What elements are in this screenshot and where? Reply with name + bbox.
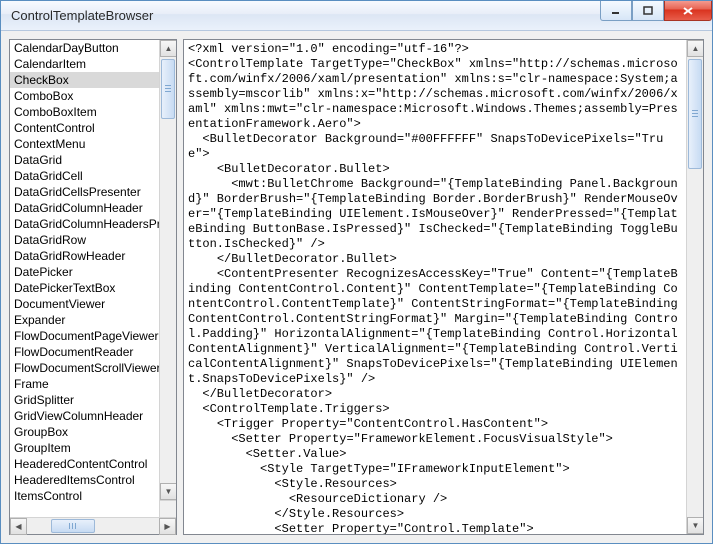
close-icon — [682, 6, 694, 16]
scroll-track-h[interactable] — [27, 518, 159, 534]
scroll-left-button[interactable]: ◀ — [10, 518, 27, 535]
client-area: CalendarDayButtonCalendarItemCheckBoxCom… — [1, 31, 712, 543]
list-item[interactable]: FlowDocumentReader — [10, 344, 176, 360]
list-item[interactable]: ComboBoxItem — [10, 104, 176, 120]
scrollbar-corner — [159, 500, 176, 517]
list-item[interactable]: CheckBox — [10, 72, 176, 88]
control-list[interactable]: CalendarDayButtonCalendarItemCheckBoxCom… — [10, 40, 176, 517]
window-title: ControlTemplateBrowser — [11, 8, 153, 23]
scroll-up-button[interactable]: ▲ — [160, 40, 176, 57]
scroll-thumb-h[interactable] — [51, 519, 95, 533]
list-item[interactable]: FlowDocumentPageViewer — [10, 328, 176, 344]
minimize-icon — [611, 6, 621, 16]
content-vertical-scrollbar[interactable]: ▲ ▼ — [686, 40, 703, 534]
list-item[interactable]: ContentControl — [10, 120, 176, 136]
list-item[interactable]: CalendarDayButton — [10, 40, 176, 56]
maximize-button[interactable] — [632, 1, 664, 21]
list-item[interactable]: DatePicker — [10, 264, 176, 280]
maximize-icon — [643, 6, 653, 16]
list-item[interactable]: HeaderedContentControl — [10, 456, 176, 472]
list-item[interactable]: DataGrid — [10, 152, 176, 168]
app-window: ControlTemplateBrowser CalendarDayButton… — [0, 0, 713, 544]
list-item[interactable]: DataGridColumnHeadersPresenter — [10, 216, 176, 232]
close-button[interactable] — [664, 1, 712, 21]
scroll-down-button[interactable]: ▼ — [160, 483, 176, 500]
template-xml-pane: <?xml version="1.0" encoding="utf-16"?> … — [183, 39, 704, 535]
scroll-thumb[interactable] — [688, 59, 702, 169]
scroll-track[interactable] — [160, 57, 176, 483]
scroll-up-button[interactable]: ▲ — [687, 40, 704, 57]
list-vertical-scrollbar[interactable]: ▲ ▼ — [159, 40, 176, 500]
list-item[interactable]: ComboBox — [10, 88, 176, 104]
list-item[interactable]: ItemsControl — [10, 488, 176, 504]
scroll-right-button[interactable]: ▶ — [159, 518, 176, 535]
list-item[interactable]: FlowDocumentScrollViewer — [10, 360, 176, 376]
control-list-pane: CalendarDayButtonCalendarItemCheckBoxCom… — [9, 39, 177, 535]
list-item[interactable]: ContextMenu — [10, 136, 176, 152]
window-buttons — [600, 1, 712, 21]
list-item[interactable]: DatePickerTextBox — [10, 280, 176, 296]
minimize-button[interactable] — [600, 1, 632, 21]
list-item[interactable]: HeaderedItemsControl — [10, 472, 176, 488]
list-item[interactable]: GridSplitter — [10, 392, 176, 408]
list-item[interactable]: DocumentViewer — [10, 296, 176, 312]
list-item[interactable]: DataGridCell — [10, 168, 176, 184]
list-item[interactable]: GridViewColumnHeader — [10, 408, 176, 424]
list-item[interactable]: CalendarItem — [10, 56, 176, 72]
list-item[interactable]: GroupItem — [10, 440, 176, 456]
titlebar[interactable]: ControlTemplateBrowser — [1, 1, 712, 31]
scroll-track[interactable] — [687, 57, 703, 517]
template-xml-text[interactable]: <?xml version="1.0" encoding="utf-16"?> … — [184, 40, 686, 534]
scroll-down-button[interactable]: ▼ — [687, 517, 704, 534]
scroll-thumb[interactable] — [161, 59, 175, 119]
list-item[interactable]: DataGridRowHeader — [10, 248, 176, 264]
list-horizontal-scrollbar[interactable]: ◀ ▶ — [10, 517, 176, 534]
list-item[interactable]: Frame — [10, 376, 176, 392]
list-item[interactable]: Expander — [10, 312, 176, 328]
list-item[interactable]: DataGridCellsPresenter — [10, 184, 176, 200]
list-item[interactable]: GroupBox — [10, 424, 176, 440]
list-item[interactable]: DataGridRow — [10, 232, 176, 248]
list-item[interactable]: DataGridColumnHeader — [10, 200, 176, 216]
